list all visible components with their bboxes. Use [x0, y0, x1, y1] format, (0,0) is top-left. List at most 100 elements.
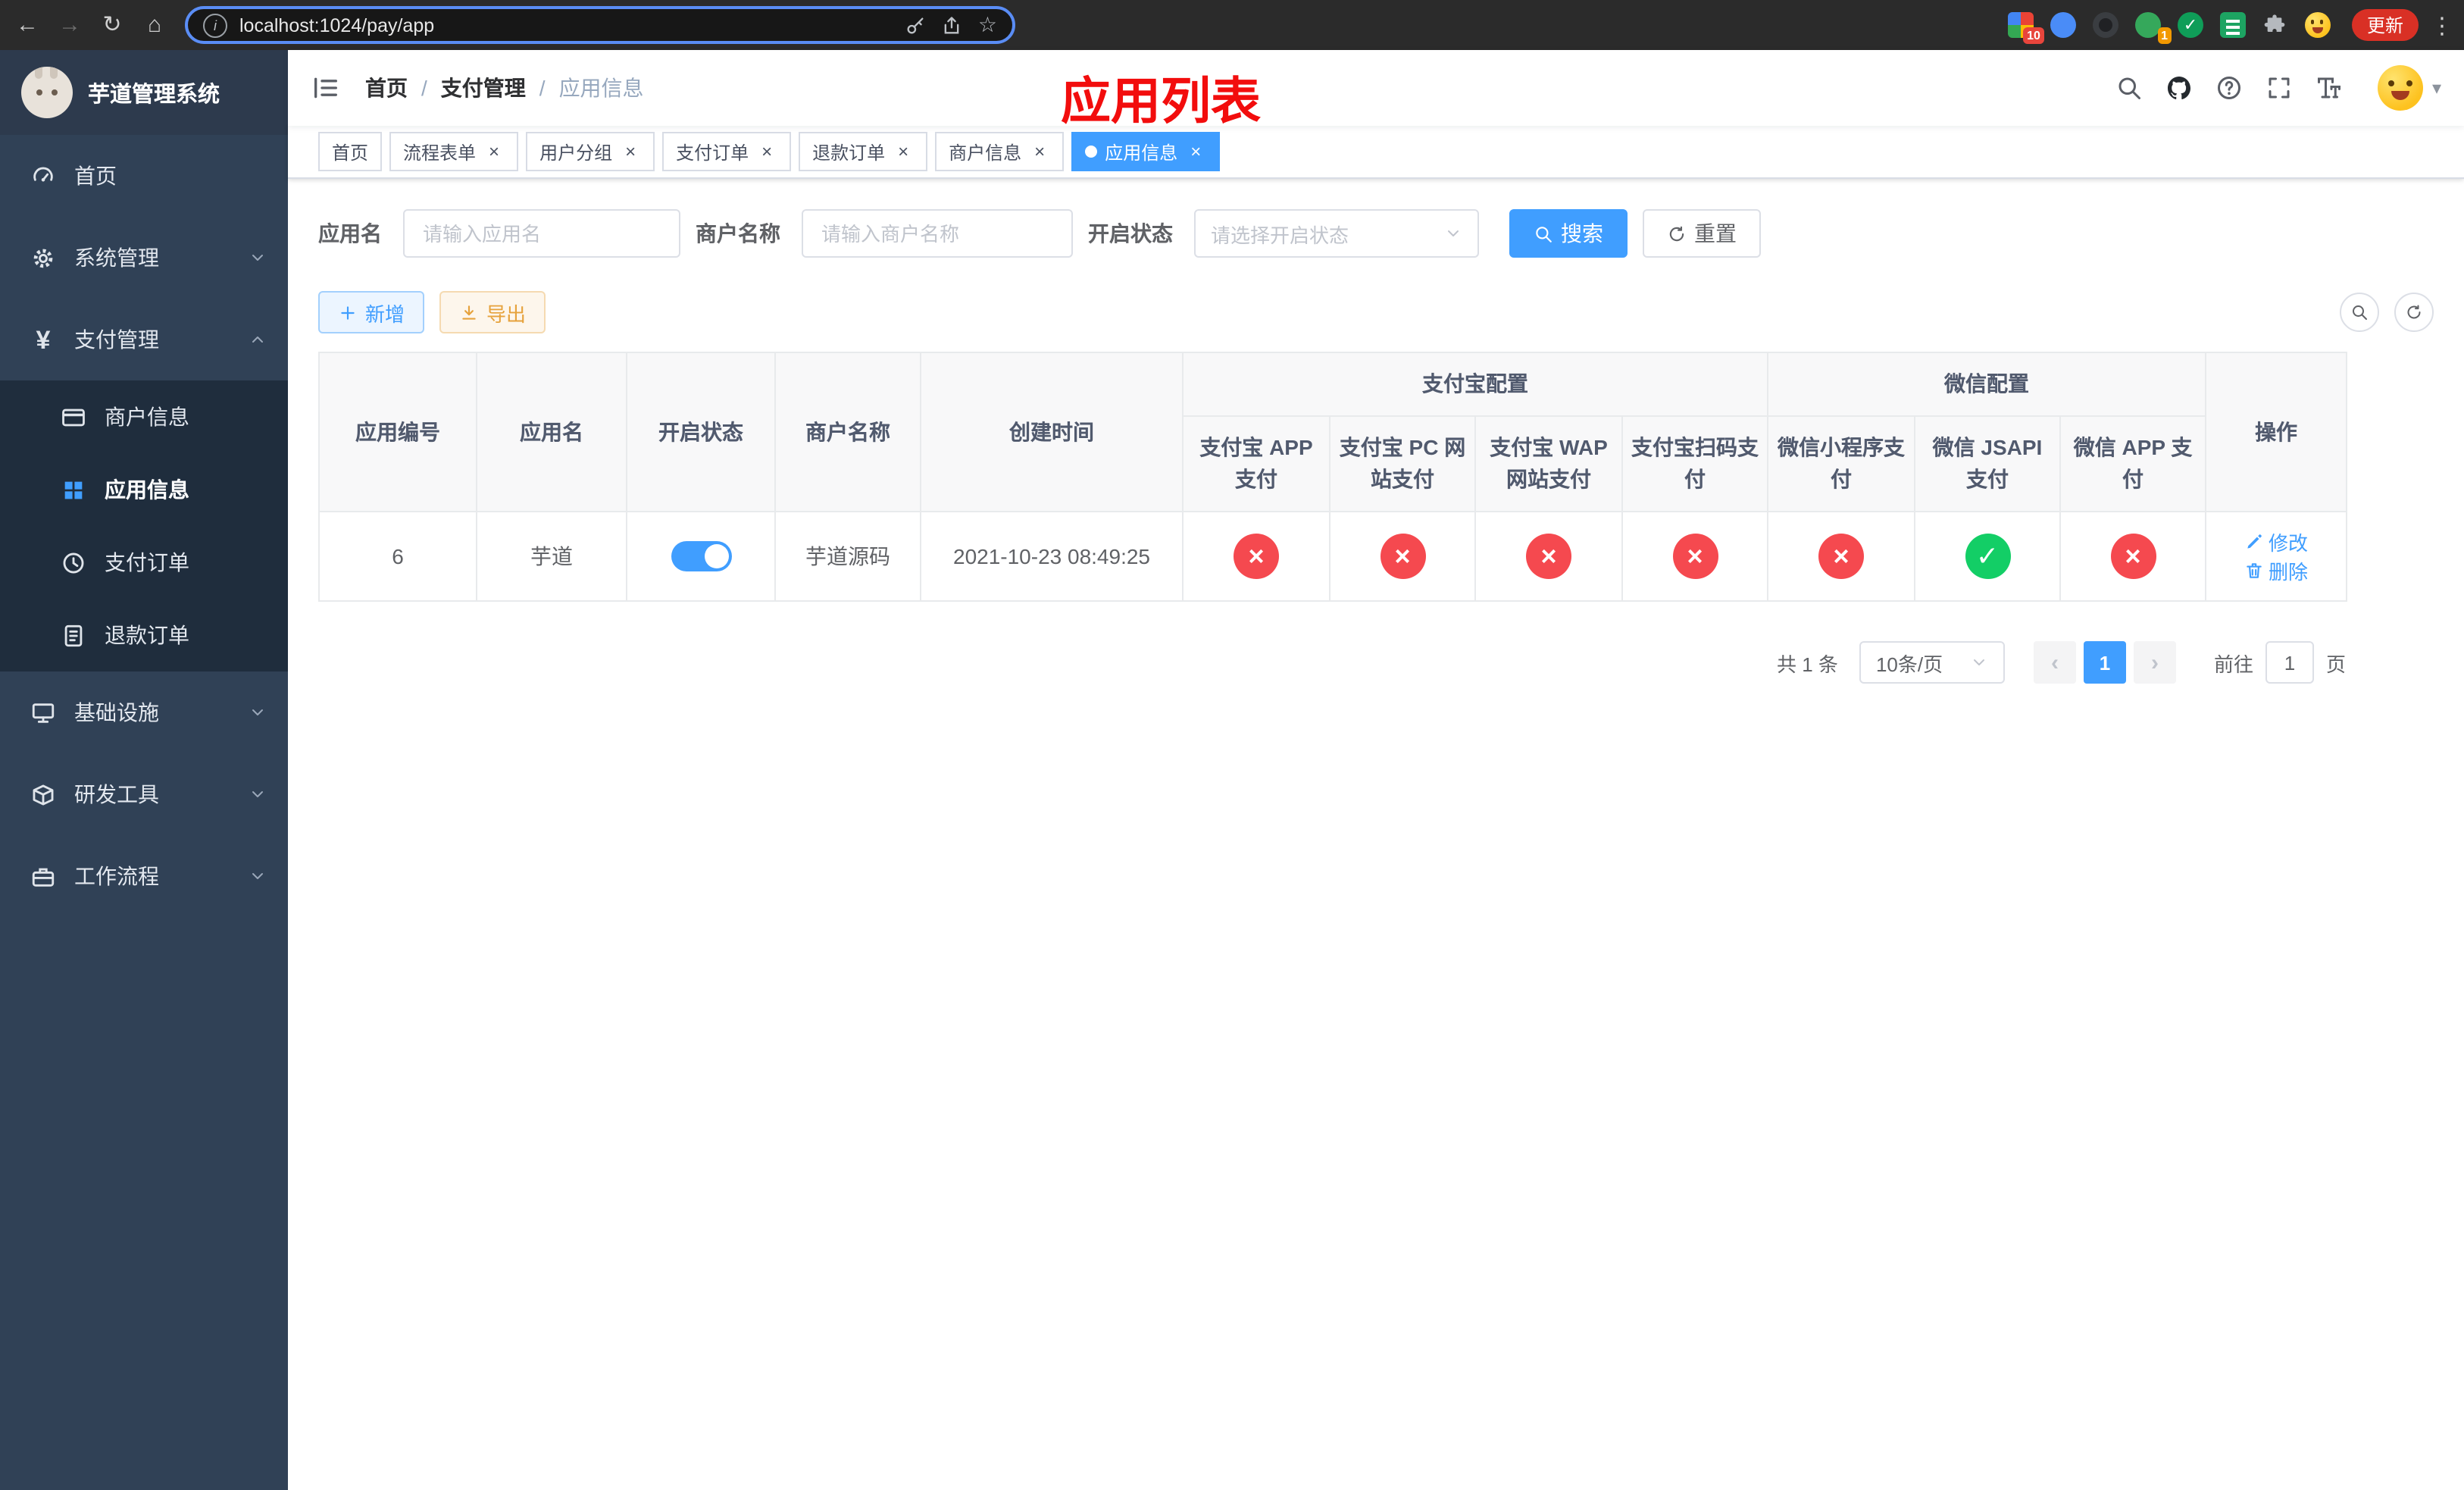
table-row: 6 芋道 芋道源码 2021-10-23 08:49:25 × × × × × [318, 511, 2348, 602]
extensions-puzzle-icon[interactable] [2262, 12, 2288, 38]
col-alipay-pc: 支付宝 PC 网站支付 [1329, 415, 1476, 512]
merchant-name-input[interactable] [802, 209, 1073, 258]
header-search-icon[interactable] [2115, 74, 2143, 102]
tab-close-icon[interactable]: × [483, 141, 505, 162]
extension-doc-icon[interactable] [2219, 12, 2246, 38]
chevron-down-icon [249, 785, 267, 803]
export-button[interactable]: 导出 [439, 291, 546, 333]
goto-page-input[interactable] [2265, 641, 2314, 684]
monitor-icon [30, 700, 56, 725]
help-icon[interactable] [2215, 74, 2243, 102]
sidebar-subitem-merchant-info[interactable]: 商户信息 [0, 380, 288, 453]
group-wechat-config: 微信配置 [1766, 352, 2207, 417]
payment-submenu: 商户信息 应用信息 支付订单 退款订单 [0, 380, 288, 671]
col-created: 创建时间 [920, 352, 1184, 512]
col-app-id: 应用编号 [318, 352, 477, 512]
reset-button[interactable]: 重置 [1643, 209, 1761, 258]
group-alipay-config: 支付宝配置 [1182, 352, 1768, 417]
delete-link[interactable]: 删除 [2244, 556, 2308, 585]
cell-app-id: 6 [318, 511, 477, 602]
breadcrumb-home[interactable]: 首页 [365, 73, 408, 103]
col-wx-app: 微信 APP 支付 [2059, 415, 2207, 512]
tab-refund-order[interactable]: 退款订单 × [799, 132, 928, 171]
plus-icon [338, 302, 358, 322]
search-icon [2350, 303, 2369, 321]
extension-avatar-icon[interactable]: 1 [2134, 12, 2172, 44]
add-button[interactable]: 新增 [318, 291, 425, 333]
chevron-up-icon [249, 330, 267, 349]
user-avatar-menu[interactable]: ▾ [2377, 65, 2441, 111]
back-icon[interactable]: ← [12, 14, 42, 36]
chevron-down-icon [249, 249, 267, 267]
chrome-update-button[interactable]: 更新 [2351, 9, 2419, 41]
sidebar-item-workflow[interactable]: 工作流程 [0, 835, 288, 917]
refresh-icon [2405, 303, 2423, 321]
top-navbar: 首页 / 支付管理 / 应用信息 ▾ [288, 50, 2464, 126]
sidebar-item-payment[interactable]: ¥ 支付管理 [0, 299, 288, 380]
browser-menu-icon[interactable]: ⋮ [2431, 11, 2453, 39]
password-key-icon[interactable] [905, 14, 927, 36]
tab-close-icon[interactable]: × [756, 141, 777, 162]
tab-app-info[interactable]: 应用信息 × [1071, 132, 1221, 171]
breadcrumb-separator: / [539, 76, 546, 100]
tab-process-form[interactable]: 流程表单 × [389, 132, 519, 171]
channel-status-wx-mini: × [1818, 534, 1864, 579]
status-select[interactable]: 请选择开启状态 [1194, 209, 1479, 258]
page-size-select[interactable]: 10条/页 [1859, 641, 2005, 684]
search-icon [1534, 224, 1553, 243]
sidebar-item-dev-tools[interactable]: 研发工具 [0, 753, 288, 835]
fullscreen-icon[interactable] [2265, 74, 2293, 102]
forward-icon[interactable]: → [55, 14, 85, 36]
sidebar-subitem-refund-order[interactable]: 退款订单 [0, 599, 288, 671]
address-bar[interactable]: i localhost:1024/pay/app ☆ [185, 6, 1015, 44]
tab-merchant-info[interactable]: 商户信息 × [935, 132, 1065, 171]
extension-dark-icon[interactable] [2092, 12, 2118, 38]
toggle-search-button[interactable] [2340, 293, 2379, 332]
home-icon[interactable]: ⌂ [139, 14, 170, 36]
refresh-table-button[interactable] [2394, 293, 2434, 332]
page-number-1[interactable]: 1 [2083, 641, 2126, 684]
col-wx-mini: 微信小程序支付 [1767, 415, 1915, 512]
font-size-icon[interactable] [2315, 74, 2343, 102]
extension-emoji-icon[interactable] [2304, 12, 2331, 38]
extension-drop-icon[interactable] [2050, 12, 2076, 38]
breadcrumb-payment[interactable]: 支付管理 [441, 73, 526, 103]
sidebar-subitem-payment-order[interactable]: 支付订单 [0, 526, 288, 599]
site-info-icon[interactable]: i [203, 13, 227, 37]
chevron-down-icon [1970, 653, 1988, 671]
caret-down-icon: ▾ [2431, 77, 2441, 99]
search-button[interactable]: 搜索 [1509, 209, 1628, 258]
search-form: 应用名 商户名称 开启状态 请选择开启状态 [318, 209, 2434, 258]
sidebar: 芋道管理系统 首页 系统管理 ¥ 支付管理 商户信息 应用信息 支付订单 退款订… [0, 50, 288, 1490]
clock-icon [61, 549, 86, 575]
tab-close-icon[interactable]: × [620, 141, 641, 162]
app-name-input[interactable] [403, 209, 680, 258]
tab-user-group[interactable]: 用户分组 × [526, 132, 655, 171]
tab-payment-order[interactable]: 支付订单 × [662, 132, 792, 171]
browser-extensions: 10 1 [2007, 12, 2331, 44]
tab-close-icon[interactable]: × [893, 141, 914, 162]
tab-close-icon[interactable]: × [1185, 141, 1206, 162]
trash-icon [2244, 561, 2264, 581]
edit-link[interactable]: 修改 [2244, 527, 2308, 556]
reload-icon[interactable]: ↻ [97, 14, 127, 36]
tab-close-icon[interactable]: × [1029, 141, 1050, 162]
tab-home[interactable]: 首页 [318, 132, 383, 171]
box-icon [30, 781, 56, 807]
pagination: 共 1 条 10条/页 ‹ 1 › 前往 页 [318, 641, 2346, 684]
share-icon[interactable] [942, 14, 963, 36]
next-page-button[interactable]: › [2133, 641, 2176, 684]
sidebar-item-infrastructure[interactable]: 基础设施 [0, 671, 288, 753]
sidebar-subitem-app-info[interactable]: 应用信息 [0, 453, 288, 526]
status-switch[interactable] [671, 541, 731, 571]
bookmark-star-icon[interactable]: ☆ [978, 12, 997, 38]
sidebar-item-system[interactable]: 系统管理 [0, 217, 288, 299]
extension-check-icon[interactable] [2177, 12, 2203, 38]
extension-grid-icon[interactable]: 10 [2007, 12, 2044, 44]
prev-page-button[interactable]: ‹ [2033, 641, 2076, 684]
yen-icon: ¥ [36, 325, 51, 354]
app-name-label: 应用名 [318, 221, 382, 246]
github-icon[interactable] [2165, 74, 2193, 102]
sidebar-item-home[interactable]: 首页 [0, 135, 288, 217]
hamburger-icon[interactable] [311, 73, 341, 103]
